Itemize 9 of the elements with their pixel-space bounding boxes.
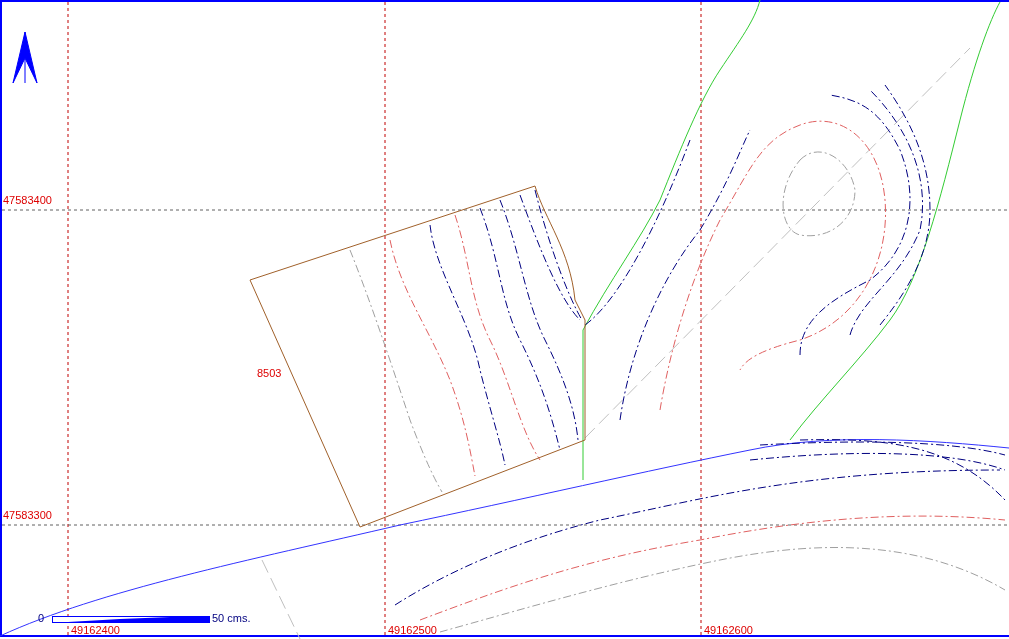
parcel-label: 8503 [257, 367, 282, 379]
grid-coordinate-label: 47583300 [3, 509, 52, 521]
scale-end-label: 50 cms. [212, 612, 251, 624]
grid-coordinate-label: 47583400 [3, 194, 52, 206]
grid-coordinate-label: 49162400 [71, 624, 120, 636]
grid-coordinate-label: 49162600 [704, 624, 753, 636]
north-arrow-icon [12, 31, 38, 84]
grid-coordinate-label: 49162500 [388, 624, 437, 636]
scale-start-label: 0 [38, 612, 45, 624]
